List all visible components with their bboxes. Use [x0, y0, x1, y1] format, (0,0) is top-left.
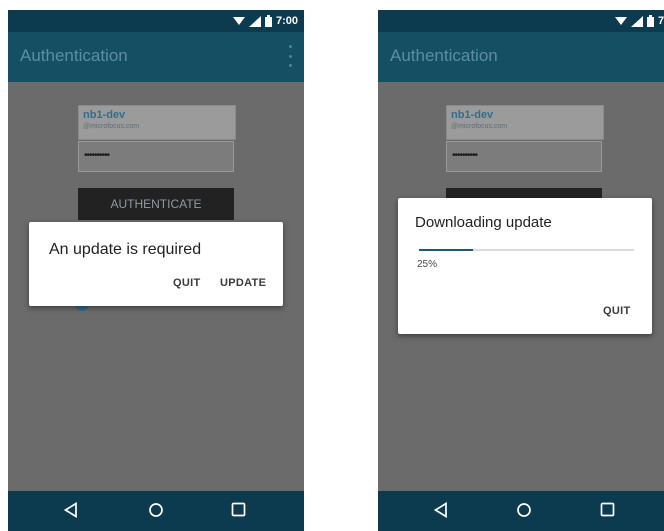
- update-button[interactable]: UPDATE: [220, 277, 266, 289]
- status-bar: 7:00: [378, 10, 664, 32]
- app-bar: Authentication: [378, 32, 664, 82]
- downloading-update-dialog: Downloading update 25% QUIT: [398, 198, 652, 334]
- app-title: Authentication: [20, 46, 128, 65]
- quit-button[interactable]: QUIT: [603, 305, 630, 317]
- account-email: @microfocus.com: [83, 123, 140, 130]
- update-required-dialog: An update is required QUIT UPDATE: [29, 222, 283, 306]
- account-selector[interactable]: nb1-dev @microfocus.com: [78, 105, 236, 140]
- download-progress-fill: [419, 249, 473, 251]
- clock: 7:00: [275, 15, 298, 27]
- battery-icon: [264, 15, 272, 27]
- cellular-signal-icon: [248, 15, 261, 27]
- authenticate-button-label: AUTHENTICATE: [110, 197, 202, 211]
- account-name: nb1-dev: [83, 109, 126, 121]
- overflow-menu-icon[interactable]: [286, 45, 294, 67]
- dialog-title: Downloading update: [415, 214, 552, 231]
- status-bar: 7:00: [8, 10, 304, 32]
- dialog-title: An update is required: [49, 241, 202, 258]
- account-email: @microfocus.com: [451, 123, 508, 130]
- password-field[interactable]: ••••••••••: [446, 141, 602, 172]
- download-progress-bar: [419, 249, 634, 251]
- clock: 7:00: [657, 15, 664, 27]
- authenticate-button[interactable]: AUTHENTICATE: [78, 188, 234, 220]
- phone-screen-downloading-update: 7:00 Authentication nb1-dev @microfocus.…: [378, 10, 664, 531]
- status-icons: 7:00: [614, 13, 664, 29]
- status-icons: 7:00: [232, 13, 298, 29]
- battery-icon: [646, 15, 654, 27]
- account-selector[interactable]: nb1-dev @microfocus.com: [446, 105, 604, 140]
- home-icon[interactable]: [516, 502, 532, 518]
- home-icon[interactable]: [148, 502, 164, 518]
- password-field[interactable]: ••••••••••: [78, 141, 234, 172]
- account-name: nb1-dev: [451, 109, 494, 121]
- back-icon[interactable]: [64, 502, 78, 518]
- navigation-bar: [378, 491, 664, 531]
- app-bar: Authentication: [8, 32, 304, 82]
- recents-icon[interactable]: [231, 502, 246, 517]
- cellular-signal-icon: [630, 15, 643, 27]
- password-mask: ••••••••••: [452, 150, 478, 161]
- wifi-icon: [232, 17, 245, 25]
- download-progress-percent: 25%: [417, 259, 438, 270]
- quit-button[interactable]: QUIT: [173, 277, 200, 289]
- password-mask: ••••••••••: [84, 150, 110, 161]
- recents-icon[interactable]: [600, 502, 615, 517]
- wifi-icon: [614, 17, 627, 25]
- phone-screen-update-required: 7:00 Authentication nb1-dev @microfocus.…: [8, 10, 304, 531]
- back-icon[interactable]: [434, 502, 448, 518]
- navigation-bar: [8, 491, 304, 531]
- app-title: Authentication: [390, 46, 498, 65]
